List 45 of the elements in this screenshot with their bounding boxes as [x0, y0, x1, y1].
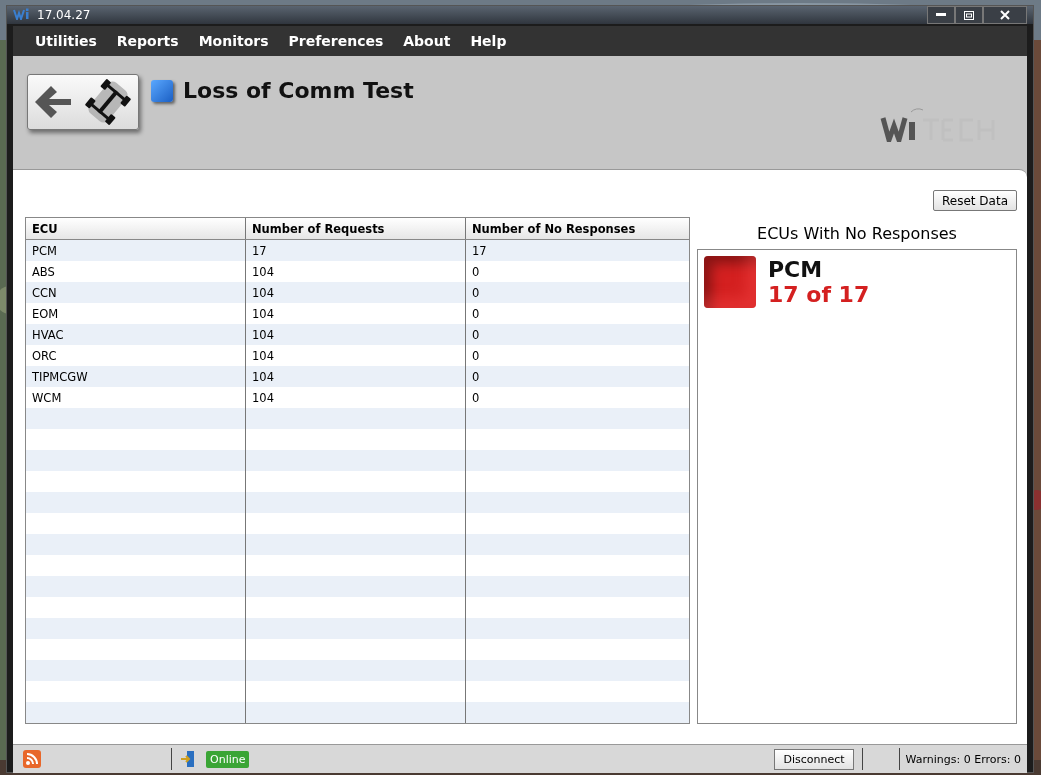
table-cell: TIPMCGW — [26, 366, 246, 387]
table-cell-text: 17 — [471, 242, 488, 260]
close-button[interactable] — [983, 6, 1027, 24]
table-cell-text: 0 — [471, 263, 481, 281]
warnings-errors-summary: Warnings: 0 Errors: 0 — [904, 752, 1022, 766]
menu-item[interactable]: Utilities — [25, 33, 107, 49]
minimize-icon — [936, 13, 946, 17]
table-cell: HVAC — [26, 324, 246, 345]
table-cell-text: 0 — [471, 305, 481, 323]
menu-item[interactable]: Help — [460, 33, 517, 49]
table-cell: 104 — [246, 366, 466, 387]
table-cell: PCM — [26, 240, 246, 261]
table-cell: 104 — [246, 282, 466, 303]
menu-item[interactable]: About — [393, 33, 461, 49]
table-cell: 17 — [246, 240, 466, 261]
ecu-name: PCM — [768, 257, 824, 282]
table-cell-text: 0 — [471, 389, 481, 407]
table-cell-text: 0 — [471, 368, 481, 386]
table-cell: CCN — [26, 282, 246, 303]
panel-title: ECUs With No Responses — [756, 222, 958, 245]
reset-data-button[interactable]: Reset Data — [933, 190, 1017, 211]
online-status: Online — [206, 750, 250, 768]
page-title: Loss of Comm Test — [183, 78, 414, 103]
door-icon — [180, 750, 196, 768]
column-header[interactable]: ECU — [26, 218, 246, 239]
rss-icon[interactable] — [23, 750, 41, 768]
menu-item[interactable]: Preferences — [278, 33, 394, 49]
square-icon — [151, 79, 173, 102]
minimize-button[interactable] — [927, 6, 955, 24]
maximize-icon — [964, 10, 974, 20]
menu-item[interactable]: Monitors — [188, 33, 279, 49]
table-cell-text: 0 — [471, 284, 481, 302]
table-cell-text: 0 — [471, 326, 481, 344]
window-title: 17.04.27 — [37, 8, 91, 22]
close-icon — [1000, 10, 1010, 20]
maximize-button[interactable] — [955, 6, 983, 24]
column-header[interactable]: Number of Requests — [246, 218, 466, 239]
column-header[interactable]: Number of No Responses — [466, 218, 689, 239]
app-logo-icon — [13, 7, 31, 23]
disconnect-button[interactable]: Disconnect — [774, 748, 854, 770]
menu-item[interactable]: Reports — [106, 33, 189, 49]
response-count: 17 of 17 — [768, 282, 870, 307]
back-button[interactable] — [27, 74, 139, 130]
table-cell: 104 — [246, 324, 466, 345]
table-cell-text: 0 — [471, 347, 481, 365]
